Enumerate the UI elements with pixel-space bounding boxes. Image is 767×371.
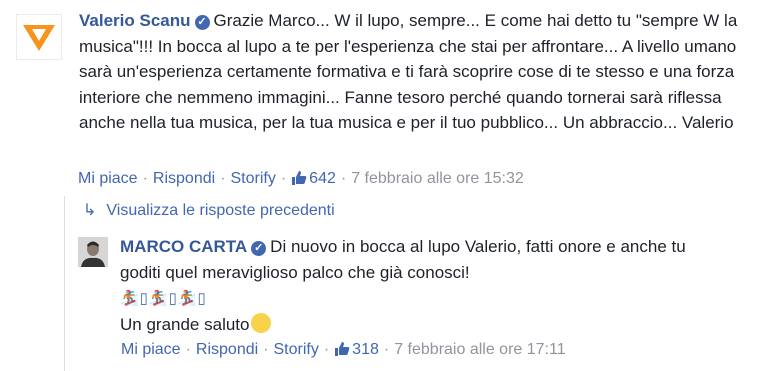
thumbs-up-icon xyxy=(335,342,350,356)
avatar[interactable] xyxy=(16,14,62,60)
comment-author[interactable]: MARCO CARTA xyxy=(120,237,247,256)
separator: · xyxy=(280,170,287,187)
verified-badge-icon: ✓ xyxy=(194,15,210,30)
separator: · xyxy=(220,170,226,187)
like-link[interactable]: Mi piace xyxy=(121,341,181,358)
separator: · xyxy=(323,341,330,358)
grin-emoji-icon xyxy=(251,312,272,333)
separator: · xyxy=(142,170,148,187)
replies-section: ↳ Visualizza le risposte precedenti xyxy=(64,196,755,225)
reply-thread-line xyxy=(64,225,65,371)
reply-link[interactable]: Rispondi xyxy=(196,341,258,358)
closing-text: Un grande saluto xyxy=(120,314,250,334)
view-previous-replies[interactable]: ↳ Visualizza le risposte precedenti xyxy=(83,200,335,220)
avatar[interactable] xyxy=(78,237,108,267)
like-link[interactable]: Mi piace xyxy=(78,170,138,187)
profile-photo-icon xyxy=(78,237,108,267)
like-count[interactable]: 642 xyxy=(291,170,336,187)
comment-actions: Mi piace · Rispondi · Storify · 318 · 7 febbraio… xyxy=(121,341,566,359)
comment-body: Valerio Scanu ✓ Grazie Marco... W il lupo,… xyxy=(79,8,749,136)
comment-body: MARCO CARTA ✓ Di nuovo in bocca al lupo Va… xyxy=(120,234,720,337)
emoji-line: 🏂▯🏂▯🏂▯ xyxy=(120,290,207,307)
verified-badge-icon: ✓ xyxy=(251,241,267,256)
view-previous-label: Visualizza le risposte precedenti xyxy=(106,202,335,219)
separator: · xyxy=(185,341,191,358)
timestamp[interactable]: 7 febbraio alle ore 17:11 xyxy=(394,341,565,358)
thumbs-up-icon xyxy=(292,171,307,185)
reply-arrow-icon: ↳ xyxy=(83,202,97,219)
comment-actions: Mi piace · Rispondi · Storify · 642 · 7 febbraio… xyxy=(78,170,524,188)
comment-author[interactable]: Valerio Scanu xyxy=(79,11,191,30)
like-count-value: 318 xyxy=(352,341,379,358)
separator: · xyxy=(263,341,269,358)
like-count-value: 642 xyxy=(309,170,336,187)
separator: · xyxy=(383,341,390,358)
reply-link[interactable]: Rispondi xyxy=(153,170,215,187)
storify-link[interactable]: Storify xyxy=(274,341,319,358)
timestamp[interactable]: 7 febbraio alle ore 15:32 xyxy=(351,170,524,187)
v-logo-icon xyxy=(23,25,55,51)
separator: · xyxy=(340,170,347,187)
like-count[interactable]: 318 xyxy=(334,341,379,358)
storify-link[interactable]: Storify xyxy=(231,170,276,187)
